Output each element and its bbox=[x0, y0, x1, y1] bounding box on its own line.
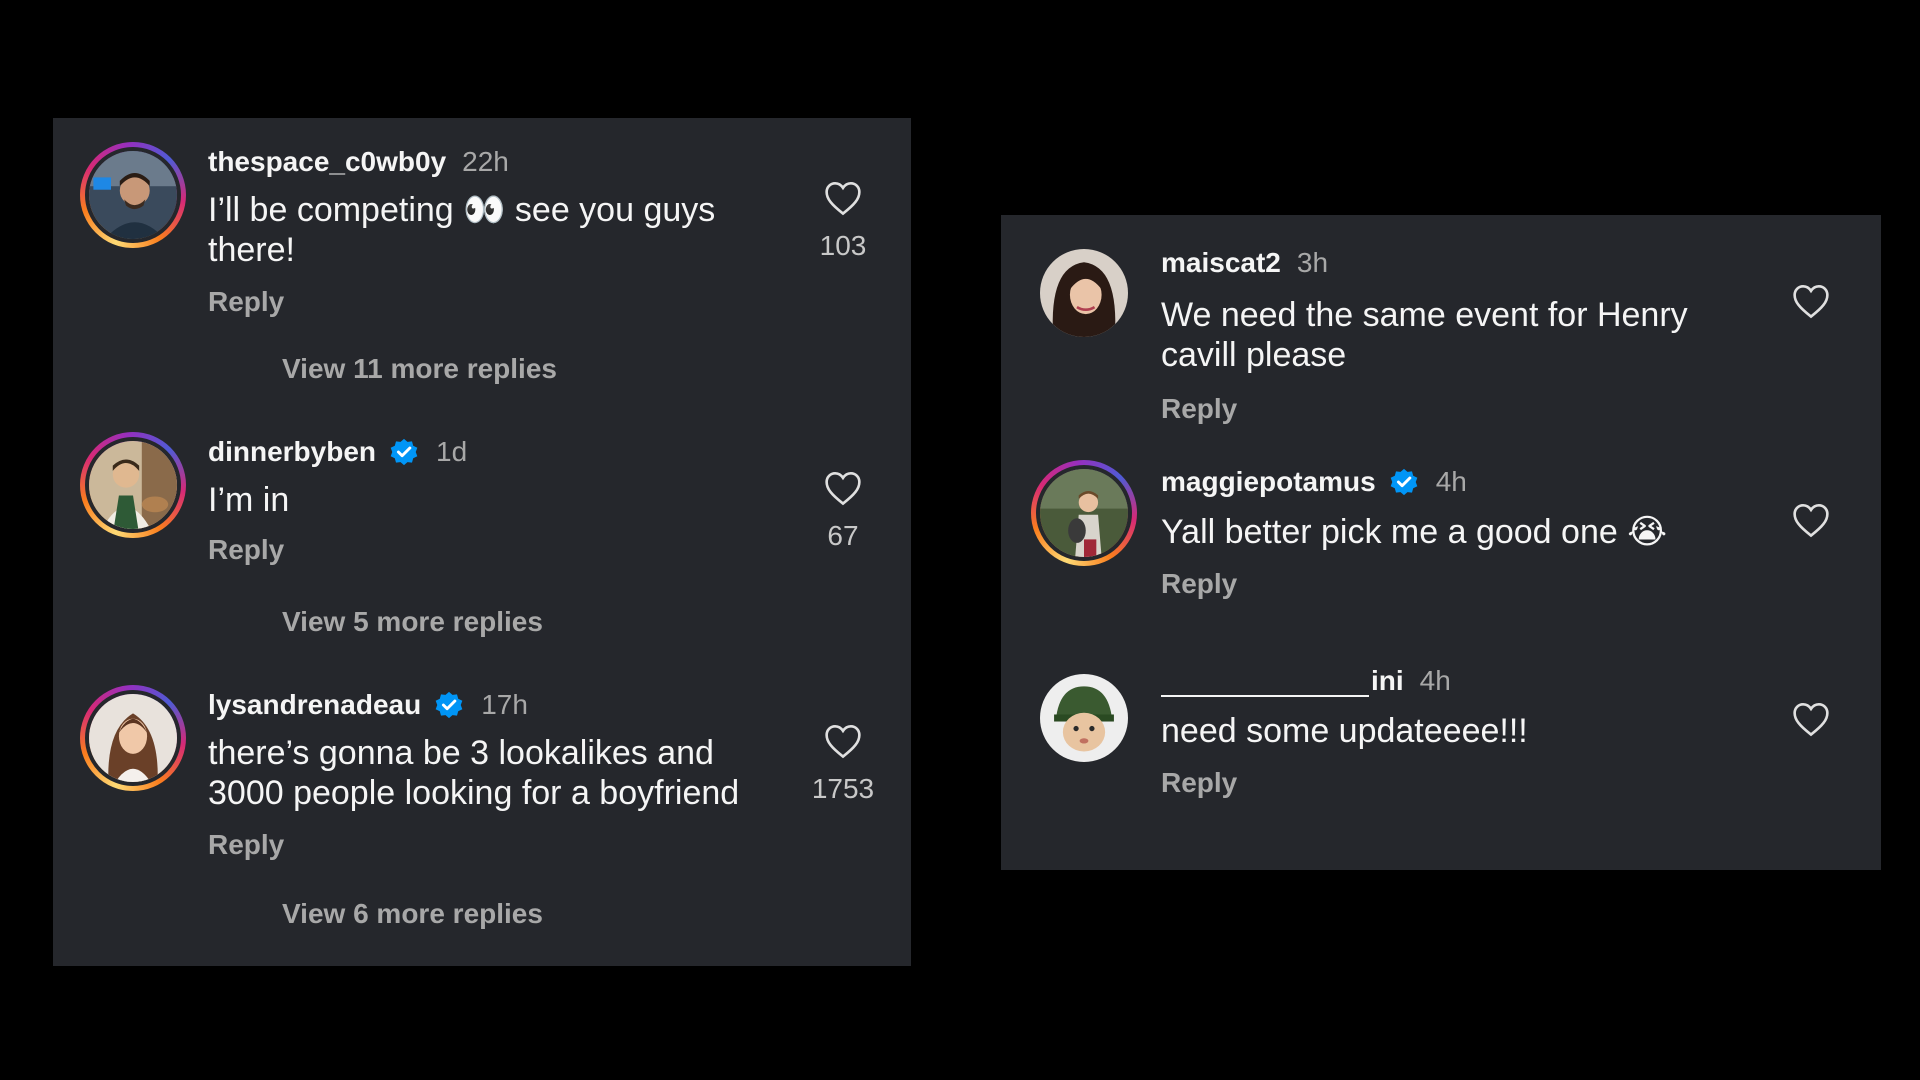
like-group bbox=[1771, 502, 1851, 538]
heart-outline-icon[interactable] bbox=[803, 180, 883, 216]
timestamp: 22h bbox=[462, 146, 509, 177]
reply-button[interactable]: Reply bbox=[1161, 767, 1237, 799]
verified-badge-icon bbox=[433, 689, 465, 721]
view-more-replies-button[interactable]: View 5 more replies bbox=[282, 606, 543, 638]
like-count: 1753 bbox=[811, 773, 875, 804]
heart-outline-icon[interactable] bbox=[803, 723, 883, 759]
timestamp: 4h bbox=[1419, 665, 1451, 696]
verified-badge-icon bbox=[1388, 466, 1420, 498]
comments-panel-left: thespace_c0wb0y 22h I’ll be competing 👀 … bbox=[53, 118, 911, 966]
username[interactable]: dinnerbyben bbox=[208, 436, 376, 468]
reply-button[interactable]: Reply bbox=[1161, 568, 1237, 600]
username[interactable]: lysandrenadeau bbox=[208, 689, 421, 721]
avatar bbox=[1040, 249, 1128, 337]
comment-item: ini 4h need some updateeee!!! Reply bbox=[1001, 665, 1881, 845]
heart-outline-icon[interactable] bbox=[1771, 283, 1851, 319]
avatar-story-ring[interactable] bbox=[80, 432, 186, 538]
like-group: 1753 bbox=[803, 723, 883, 805]
comment-text: need some updateeee!!! bbox=[1161, 712, 1528, 750]
avatar bbox=[1036, 465, 1132, 561]
comment-item: thespace_c0wb0y 22h I’ll be competing 👀 … bbox=[53, 118, 911, 378]
heart-outline-icon[interactable] bbox=[803, 470, 883, 506]
reply-button[interactable]: Reply bbox=[208, 286, 284, 318]
like-group bbox=[1771, 283, 1851, 319]
comment-text: We need the same event for Henry cavill … bbox=[1161, 296, 1688, 374]
avatar-wrapper[interactable] bbox=[1031, 240, 1137, 346]
like-count: 103 bbox=[819, 230, 867, 261]
comment-item: dinnerbyben 1d I’m in Reply 67 bbox=[53, 408, 911, 568]
comments-panel-right: maiscat2 3h We need the same event for H… bbox=[1001, 215, 1881, 870]
reply-button[interactable]: Reply bbox=[208, 534, 284, 566]
username[interactable]: maiscat2 bbox=[1161, 247, 1281, 279]
avatar bbox=[85, 690, 181, 786]
avatar bbox=[85, 147, 181, 243]
comment-text: I’m in bbox=[208, 481, 290, 519]
timestamp: 4h bbox=[1435, 466, 1467, 497]
reply-button[interactable]: Reply bbox=[208, 829, 284, 861]
timestamp: 3h bbox=[1296, 247, 1329, 278]
verified-badge-icon bbox=[388, 436, 420, 468]
avatar bbox=[1040, 674, 1128, 762]
view-more-replies-button[interactable]: View 6 more replies bbox=[282, 898, 543, 930]
avatar-story-ring[interactable] bbox=[80, 685, 186, 791]
heart-outline-icon[interactable] bbox=[1771, 701, 1851, 737]
comment-text: I’ll be competing 👀 see you guys there! bbox=[208, 191, 716, 269]
username[interactable]: thespace_c0wb0y bbox=[208, 146, 446, 178]
reply-button[interactable]: Reply bbox=[1161, 393, 1237, 425]
view-more-replies-button[interactable]: View 11 more replies bbox=[282, 353, 557, 385]
like-group: 67 bbox=[803, 470, 883, 552]
comment-text: there’s gonna be 3 lookalikes and 3000 p… bbox=[208, 734, 740, 812]
username[interactable]: ini bbox=[1161, 665, 1404, 697]
like-group bbox=[1771, 701, 1851, 737]
comment-item: maggiepotamus 4h Yall better pick me a g… bbox=[1001, 460, 1881, 630]
username[interactable]: maggiepotamus bbox=[1161, 466, 1376, 498]
avatar bbox=[85, 437, 181, 533]
like-count: 67 bbox=[827, 520, 859, 551]
comment-item: lysandrenadeau 17h there’s gonna be 3 lo… bbox=[53, 661, 911, 881]
heart-outline-icon[interactable] bbox=[1771, 502, 1851, 538]
avatar-story-ring[interactable] bbox=[1031, 460, 1137, 566]
like-group: 103 bbox=[803, 180, 883, 262]
comment-text: Yall better pick me a good one 😭 bbox=[1161, 513, 1667, 551]
comment-item: maiscat2 3h We need the same event for H… bbox=[1001, 215, 1881, 445]
username-underline bbox=[1161, 673, 1369, 697]
timestamp: 17h bbox=[481, 689, 528, 720]
avatar-wrapper[interactable] bbox=[1031, 665, 1137, 771]
avatar-story-ring[interactable] bbox=[80, 142, 186, 248]
timestamp: 1d bbox=[436, 436, 468, 467]
